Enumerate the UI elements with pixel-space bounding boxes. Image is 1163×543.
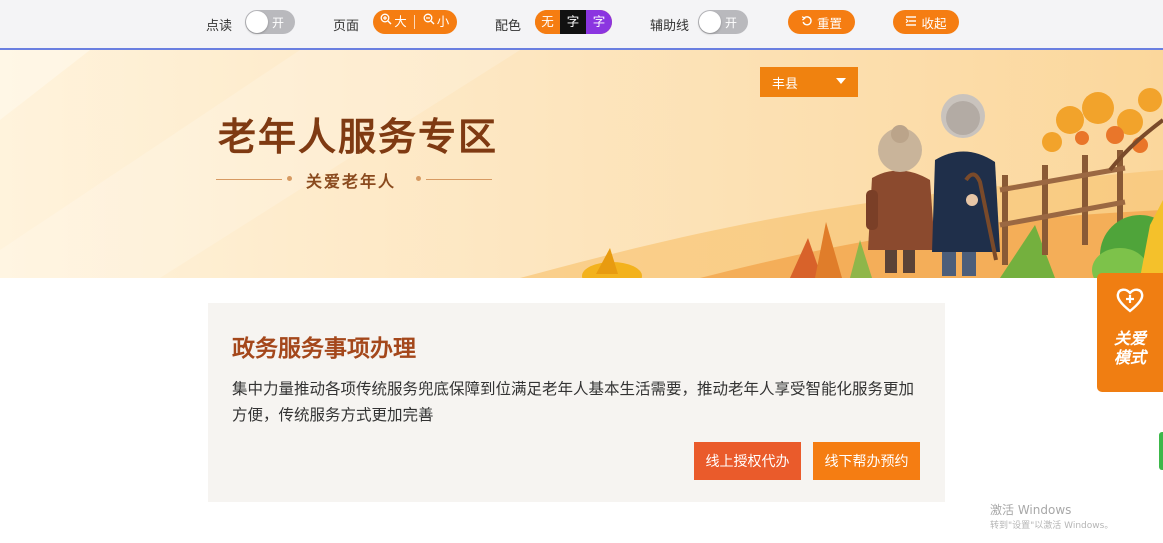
windows-activation-watermark: 激活 Windows <box>990 503 1072 517</box>
toggle-knob <box>699 11 721 33</box>
zoom-in-button[interactable]: 大 <box>373 10 414 34</box>
zoom-in-label: 大 <box>394 14 407 29</box>
toggle-state: 开 <box>272 16 285 30</box>
banner-illustration <box>0 50 1163 278</box>
care-mode-label-line1: 关爱 <box>1113 329 1146 348</box>
page-zoom-control: 大 小 <box>373 10 457 34</box>
banner-title: 老年人服务专区 <box>218 115 499 159</box>
read-aloud-label: 点读 <box>206 19 233 34</box>
color-none-option[interactable]: 无 <box>535 10 560 34</box>
zoom-in-icon <box>380 10 392 34</box>
service-description: 集中力量推动各项传统服务兜底保障到位满足老年人基本生活需要，推动老年人享受智能化… <box>232 380 915 424</box>
divider <box>216 179 282 180</box>
dropdown-caret-icon <box>836 78 846 84</box>
accessibility-toolbar: 点读 开 页面 大 小 配色 无 字 字 辅助线 开 重置 收起 <box>0 0 1163 50</box>
service-title: 政务服务事项办理 <box>232 336 416 362</box>
toggle-knob <box>246 11 268 33</box>
elderly-service-banner: 老年人服务专区 关爱老年人 丰县 <box>0 50 1163 278</box>
divider-dot <box>287 176 292 181</box>
banner-subtitle-wrap: 关爱老年人 <box>216 168 492 191</box>
online-authorization-button[interactable]: 线上授权代办 <box>694 442 801 480</box>
windows-activation-hint: 转到"设置"以激活 Windows。 <box>990 521 1114 531</box>
guide-line-label: 辅助线 <box>650 19 690 34</box>
collapse-label: 收起 <box>921 15 947 31</box>
floating-widget-edge[interactable] <box>1159 432 1163 470</box>
read-aloud-toggle[interactable]: 开 <box>245 10 295 34</box>
reset-button[interactable]: 重置 <box>788 10 855 34</box>
divider <box>426 179 492 180</box>
toggle-state: 开 <box>725 16 738 30</box>
reset-label: 重置 <box>816 15 842 31</box>
region-select[interactable]: 丰县 <box>760 67 858 97</box>
care-mode-tab[interactable]: 关爱 模式 <box>1097 273 1163 392</box>
reset-icon <box>801 15 813 30</box>
offline-appointment-button[interactable]: 线下帮办预约 <box>813 442 920 480</box>
color-scheme-label: 配色 <box>495 19 522 34</box>
banner-subtitle: 关爱老年人 <box>306 172 397 191</box>
guide-line-toggle[interactable]: 开 <box>698 10 748 34</box>
collapse-icon <box>905 15 917 30</box>
care-mode-label: 关爱 模式 <box>1097 329 1163 367</box>
color-purple-option[interactable]: 字 <box>586 10 612 34</box>
divider-dot <box>416 176 421 181</box>
color-scheme-control: 无 字 字 <box>535 10 612 34</box>
heart-plus-icon <box>1116 287 1144 317</box>
color-black-option[interactable]: 字 <box>560 10 586 34</box>
zoom-out-icon <box>423 10 435 34</box>
zoom-out-button[interactable]: 小 <box>415 10 457 34</box>
page-zoom-label: 页面 <box>333 19 360 34</box>
region-select-value: 丰县 <box>772 76 799 92</box>
service-card: 政务服务事项办理 集中力量推动各项传统服务兜底保障到位满足老年人基本生活需要，推… <box>208 303 945 502</box>
collapse-button[interactable]: 收起 <box>893 10 959 34</box>
care-mode-label-line2: 模式 <box>1113 348 1146 367</box>
zoom-out-label: 小 <box>436 14 450 29</box>
